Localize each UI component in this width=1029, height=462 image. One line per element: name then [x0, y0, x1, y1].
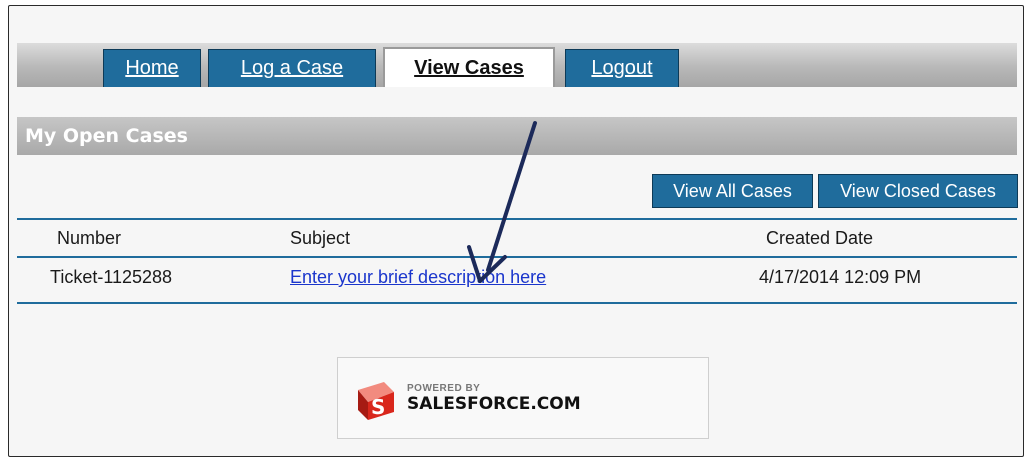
case-number: Ticket-1125288: [50, 267, 173, 287]
header-rule: [17, 256, 1017, 258]
column-header-created-date: Created Date: [766, 228, 874, 248]
table-top-rule: [17, 218, 1017, 220]
tab-view-cases[interactable]: View Cases: [383, 47, 555, 87]
powered-by-salesforce: S POWERED BY SALESFORCE.COM: [337, 357, 709, 439]
view-all-cases-button[interactable]: View All Cases: [652, 174, 813, 208]
salesforce-logo-icon: S: [358, 382, 394, 420]
svg-text:S: S: [371, 395, 385, 419]
table-bottom-rule: [17, 302, 1017, 304]
section-title: My Open Cases: [25, 125, 188, 147]
tab-log-a-case[interactable]: Log a Case: [208, 49, 376, 87]
case-subject-link[interactable]: Enter your brief description here: [290, 267, 546, 288]
powered-by-text: POWERED BY: [407, 383, 481, 394]
column-header-subject: Subject: [290, 228, 351, 248]
tab-home[interactable]: Home: [103, 49, 201, 87]
tab-logout[interactable]: Logout: [565, 49, 679, 87]
view-closed-cases-button[interactable]: View Closed Cases: [818, 174, 1018, 208]
salesforce-brand-text: SALESFORCE.COM: [407, 394, 581, 414]
section-header: My Open Cases: [17, 117, 1017, 155]
column-header-number: Number: [57, 228, 122, 248]
case-created-date: 4/17/2014 12:09 PM: [759, 267, 922, 287]
nav-bar: Home Log a Case View Cases Logout: [17, 43, 1017, 87]
